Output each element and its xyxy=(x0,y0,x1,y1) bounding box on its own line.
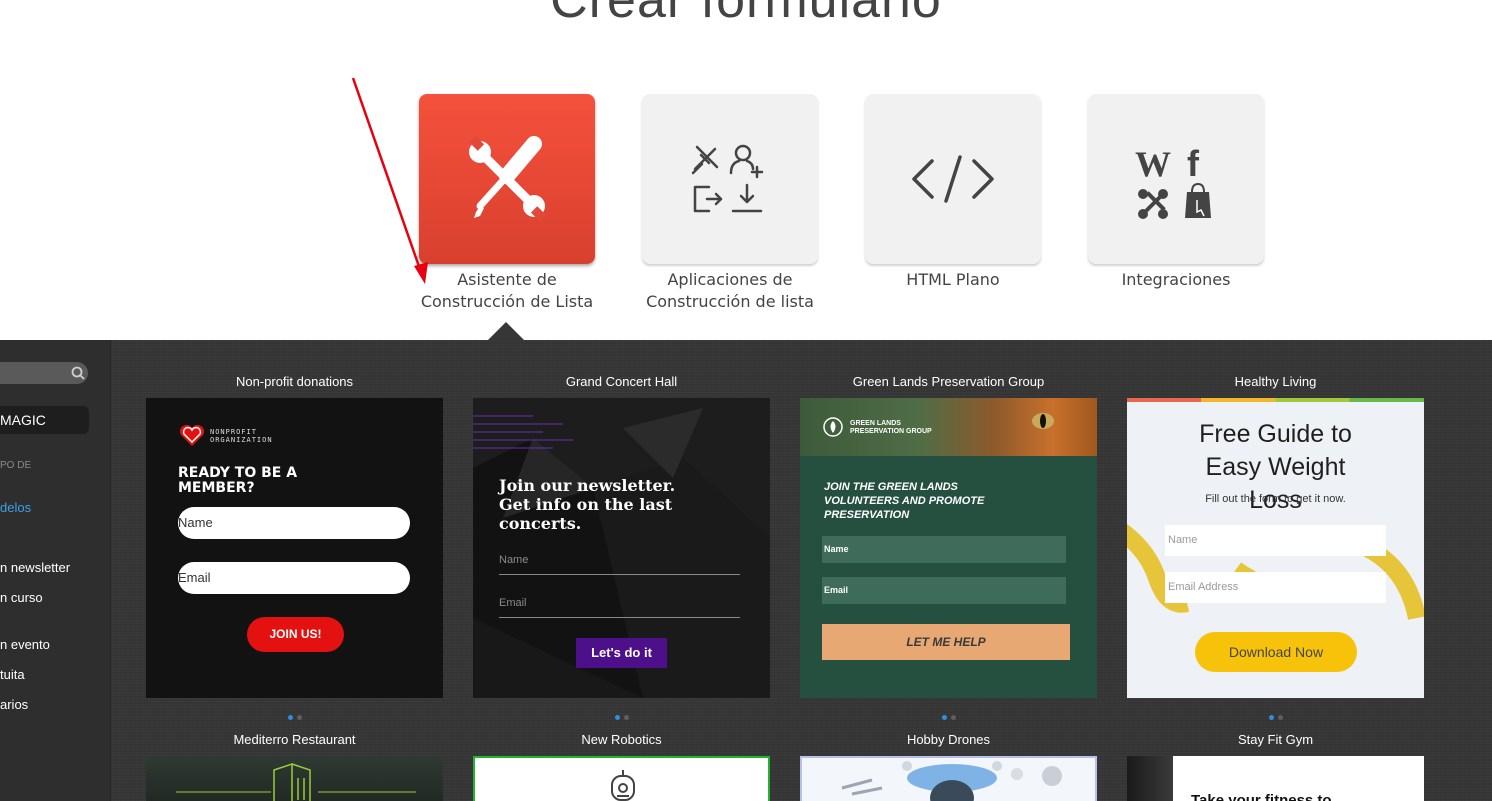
template-title: Hobby Drones xyxy=(906,732,991,747)
template-title: Non-profit donations xyxy=(235,374,354,389)
form-type-tile[interactable] xyxy=(865,94,1041,264)
template-headline: Join our newsletter. Get info on the las… xyxy=(499,476,676,533)
form-type-plain-html[interactable]: HTML Plano xyxy=(865,94,1041,291)
svg-text:W: W xyxy=(1135,144,1171,184)
template-card-restaurant[interactable] xyxy=(146,756,443,801)
template-headline: JOIN THE GREEN LANDS VOLUNTEERS AND PROM… xyxy=(824,481,985,521)
gym-photo xyxy=(1127,756,1173,801)
form-type-label: HTML Plano xyxy=(906,270,1000,289)
template-headline: Take your fitness to xyxy=(1191,792,1332,801)
name-field[interactable]: Name xyxy=(499,554,740,575)
sidebar-item-event[interactable]: n evento xyxy=(0,637,50,652)
template-title: New Robotics xyxy=(581,732,662,747)
fox-eye xyxy=(1032,413,1054,429)
template-title: Healthy Living xyxy=(1234,374,1317,389)
annotation-arrow xyxy=(351,77,428,284)
carousel-dots[interactable] xyxy=(800,707,1097,720)
template-title: Mediterro Restaurant xyxy=(233,732,356,747)
logo-text: NONPROFIT ORGANIZATION xyxy=(210,428,273,444)
name-field[interactable]: Name xyxy=(178,507,410,539)
carousel-dots[interactable] xyxy=(146,707,443,720)
email-field[interactable]: Email xyxy=(822,577,1066,604)
sidebar-item-course[interactable]: n curso xyxy=(0,590,43,605)
brand-text: GREEN LANDS PRESERVATION GROUP xyxy=(850,420,932,435)
heart-icon xyxy=(179,424,205,446)
template-card-healthy[interactable]: Free Guide to Easy Weight Loss Fill out … xyxy=(1127,398,1424,698)
template-title: Green Lands Preservation Group xyxy=(852,374,1045,389)
email-field[interactable]: Email Address xyxy=(1165,572,1386,603)
sidebar-item-models[interactable]: delos xyxy=(0,500,31,515)
sidebar-section-label: PO DE xyxy=(0,460,32,471)
sidebar-item-newsletter[interactable]: n newsletter xyxy=(0,560,70,575)
integrations-icons: W f xyxy=(1135,143,1211,219)
template-title: Grand Concert Hall xyxy=(565,374,678,389)
email-field[interactable]: Email xyxy=(178,562,410,594)
form-type-list-builder-apps[interactable]: Aplicaciones de Construcción de lista xyxy=(642,94,818,313)
search-icon[interactable] xyxy=(70,365,86,381)
let-me-help-button[interactable]: LET ME HELP xyxy=(822,624,1070,660)
carousel-dots[interactable] xyxy=(473,707,770,720)
template-card-nonprofit[interactable]: NONPROFIT ORGANIZATION READY TO BE A MEM… xyxy=(146,398,443,698)
form-type-tile[interactable]: W f xyxy=(1088,94,1264,264)
template-sidebar: MAGIC PO DE delos n newsletter n curso n… xyxy=(0,340,111,801)
tools-icon xyxy=(469,135,546,222)
template-headline: READY TO BE A MEMBER? xyxy=(178,465,298,496)
svg-text:f: f xyxy=(1187,143,1200,184)
sidebar-item-free[interactable]: tuita xyxy=(0,667,25,682)
magic-filter[interactable]: MAGIC xyxy=(0,406,89,434)
selection-pointer xyxy=(487,322,525,341)
color-bar xyxy=(1127,398,1424,402)
template-subtext: Fill out the form to get it now. xyxy=(1205,493,1346,505)
form-type-tile[interactable] xyxy=(642,94,818,264)
template-card-concert[interactable]: Join our newsletter. Get info on the las… xyxy=(473,398,770,698)
form-type-integrations[interactable]: W f Integraciones xyxy=(1088,94,1264,291)
robot-icon xyxy=(611,770,635,801)
email-field[interactable]: Email xyxy=(499,597,740,618)
name-field[interactable]: Name xyxy=(1165,525,1386,556)
restaurant-menu-icon xyxy=(176,762,416,801)
form-type-label: Aplicaciones de Construcción de lista xyxy=(646,270,814,311)
join-button[interactable]: JOIN US! xyxy=(247,617,344,652)
download-now-button[interactable]: Download Now xyxy=(1195,632,1357,672)
template-card-robotics[interactable] xyxy=(473,756,770,801)
lets-do-it-button[interactable]: Let's do it xyxy=(576,638,667,668)
template-card-greenlands[interactable]: GREEN LANDS PRESERVATION GROUP JOIN THE … xyxy=(800,398,1097,698)
page-title: Crear formulario xyxy=(550,0,942,29)
form-type-label: Asistente de Construcción de Lista xyxy=(420,270,594,311)
template-card-gym[interactable]: Take your fitness to xyxy=(1127,756,1424,801)
template-card-drones[interactable] xyxy=(800,756,1097,801)
sidebar-item-other[interactable]: arios xyxy=(0,697,28,712)
drones-image xyxy=(841,761,1062,801)
name-field[interactable]: Name xyxy=(822,536,1066,563)
carousel-dots[interactable] xyxy=(1127,707,1424,720)
template-title: Stay Fit Gym xyxy=(1237,732,1314,747)
code-icon xyxy=(912,155,994,203)
leaf-icon xyxy=(823,417,843,437)
form-type-tile[interactable] xyxy=(419,94,595,264)
form-type-label: Integraciones xyxy=(1121,270,1231,289)
form-type-list-builder-wizard[interactable]: Asistente de Construcción de Lista xyxy=(419,94,595,313)
apps-icons xyxy=(691,144,764,213)
